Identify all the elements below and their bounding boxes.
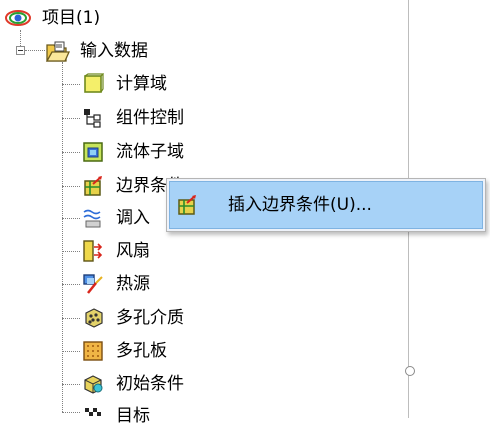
tree-connector [62, 284, 80, 285]
domain-icon [82, 73, 105, 95]
tree-item-perforated-plate[interactable]: 多孔板 [82, 337, 167, 365]
tree-connector [62, 218, 80, 219]
tree-connector [62, 384, 80, 385]
tree-item-label: 初始条件 [116, 373, 184, 394]
tree-connector [62, 351, 80, 352]
component-control-icon [82, 107, 104, 129]
tree-item-label: 多孔介质 [116, 307, 184, 328]
project-eye-icon [4, 7, 32, 29]
tree-item-label: 热源 [116, 273, 150, 294]
tree-connector [62, 118, 80, 119]
tree-connector [62, 84, 80, 85]
tree-item-label: 组件控制 [116, 107, 184, 128]
tree-connector [25, 50, 45, 51]
tree-item-label: 多孔板 [116, 340, 167, 361]
tree-item-component-control[interactable]: 组件控制 [82, 104, 184, 132]
tree-connector [62, 412, 80, 413]
collapse-toggle[interactable] [16, 46, 25, 55]
tree-item-input-data[interactable]: 输入数据 [44, 37, 148, 65]
tree-item-label: 风扇 [116, 240, 150, 261]
tree-item-porous-media[interactable]: 多孔介质 [82, 304, 184, 332]
tree-item-fan[interactable]: 风扇 [82, 237, 150, 265]
tree-item-initial-condition[interactable]: 初始条件 [82, 370, 184, 398]
context-menu: 插入边界条件(U)... [166, 178, 486, 232]
tree-item-label: 计算域 [116, 73, 167, 94]
menu-item-insert-boundary-condition[interactable]: 插入边界条件(U)... [169, 181, 483, 229]
insert-boundary-condition-icon [176, 194, 198, 216]
splitter-handle[interactable] [405, 366, 415, 376]
menu-item-label: 插入边界条件(U)... [228, 194, 372, 215]
goal-icon [82, 405, 104, 427]
heat-source-icon [82, 273, 104, 295]
tree-item-label: 输入数据 [80, 40, 148, 61]
tree-connector [62, 251, 80, 252]
initial-condition-icon [82, 373, 104, 395]
perforated-plate-icon [82, 340, 104, 362]
tree-root-label: 项目(1) [42, 7, 101, 28]
fluid-subdomain-icon [82, 141, 104, 163]
tree-root[interactable]: 项目(1) [4, 4, 100, 32]
tree-connector [62, 318, 80, 319]
import-icon [82, 207, 104, 229]
open-folder-icon [44, 40, 71, 62]
tree-item-label: 流体子域 [116, 141, 184, 162]
tree-item-goal[interactable]: 目标 [82, 402, 150, 430]
tree-item-label: 调入 [116, 207, 150, 228]
tree-connector [62, 62, 63, 412]
fan-icon [82, 240, 104, 262]
tree-connector [62, 152, 80, 153]
tree-item-import[interactable]: 调入 [82, 204, 150, 232]
boundary-condition-icon [82, 175, 104, 197]
porous-media-icon [82, 307, 104, 329]
tree-connector [62, 186, 80, 187]
tree-item-computational-domain[interactable]: 计算域 [82, 70, 167, 98]
tree-item-heat-source[interactable]: 热源 [82, 270, 150, 298]
tree-item-fluid-subdomain[interactable]: 流体子域 [82, 138, 184, 166]
tree-item-label: 目标 [116, 405, 150, 426]
